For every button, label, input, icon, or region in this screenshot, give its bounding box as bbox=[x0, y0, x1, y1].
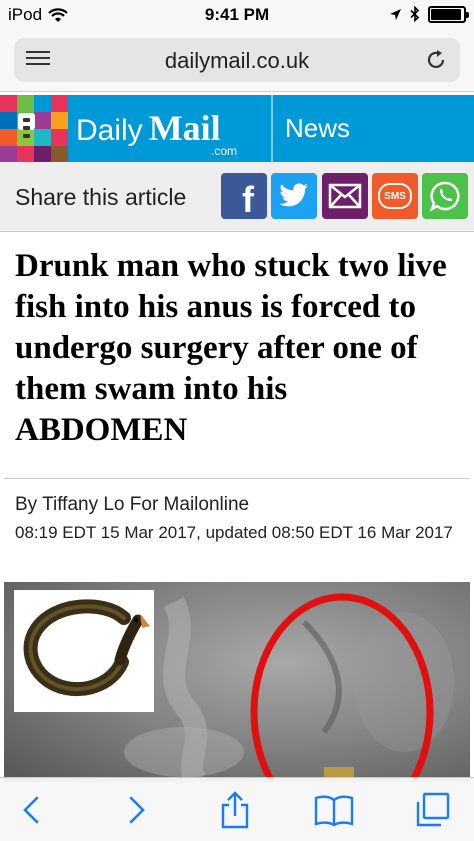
sms-share-button[interactable]: SMS bbox=[372, 173, 418, 219]
reload-icon[interactable] bbox=[424, 48, 448, 72]
article-headline: Drunk man who stuck two live fish into h… bbox=[15, 248, 447, 448]
menu-tiles[interactable] bbox=[0, 95, 68, 163]
battery-icon bbox=[428, 6, 469, 23]
logo-com: .com bbox=[211, 144, 238, 158]
whatsapp-icon bbox=[429, 181, 460, 212]
article-dateline: 08:19 EDT 15 Mar 2017, updated 08:50 EDT… bbox=[15, 523, 453, 542]
sms-icon: SMS bbox=[378, 183, 412, 209]
browser-address-area: dailymail.co.uk bbox=[0, 32, 474, 92]
site-header: Daily Mail .com News bbox=[0, 95, 474, 163]
location-arrow-icon bbox=[390, 9, 401, 20]
address-bar[interactable]: dailymail.co.uk bbox=[14, 38, 460, 82]
forward-icon[interactable] bbox=[116, 790, 156, 830]
article-image[interactable] bbox=[4, 582, 470, 782]
site-logo[interactable]: Daily Mail .com bbox=[76, 107, 237, 158]
bluetooth-icon bbox=[410, 6, 420, 23]
logo-daily: Daily bbox=[76, 114, 143, 147]
article-byline[interactable]: By Tiffany Lo For Mailonline bbox=[15, 494, 249, 516]
whatsapp-share-button[interactable] bbox=[422, 173, 468, 219]
eel-illustration bbox=[23, 599, 150, 697]
email-share-button[interactable] bbox=[322, 173, 368, 219]
header-divider bbox=[271, 95, 273, 162]
sms-label: SMS bbox=[384, 190, 406, 202]
share-bar: Share this article f SMS bbox=[0, 162, 474, 232]
tabs-icon[interactable] bbox=[413, 790, 453, 830]
browser-toolbar bbox=[0, 777, 474, 841]
facebook-share-button[interactable]: f bbox=[221, 173, 267, 220]
share-label: Share this article bbox=[15, 184, 187, 210]
facebook-icon: f bbox=[242, 179, 254, 220]
battery-fill bbox=[431, 9, 462, 20]
headline-divider bbox=[4, 478, 470, 479]
hamburger-menu-icon[interactable] bbox=[18, 113, 35, 138]
status-right bbox=[389, 6, 469, 23]
section-title[interactable]: News bbox=[285, 113, 350, 144]
bookmarks-icon[interactable] bbox=[314, 790, 354, 830]
back-icon[interactable] bbox=[12, 790, 52, 830]
share-icon[interactable] bbox=[215, 790, 255, 830]
logo-mail: Mail bbox=[148, 108, 221, 148]
twitter-icon bbox=[279, 183, 308, 207]
url-text[interactable]: dailymail.co.uk bbox=[14, 48, 460, 74]
envelope-icon bbox=[328, 183, 362, 209]
twitter-share-button[interactable] bbox=[271, 173, 317, 219]
eel-inset-photo bbox=[14, 590, 154, 712]
status-bar: iPod 9:41 PM bbox=[0, 0, 474, 32]
